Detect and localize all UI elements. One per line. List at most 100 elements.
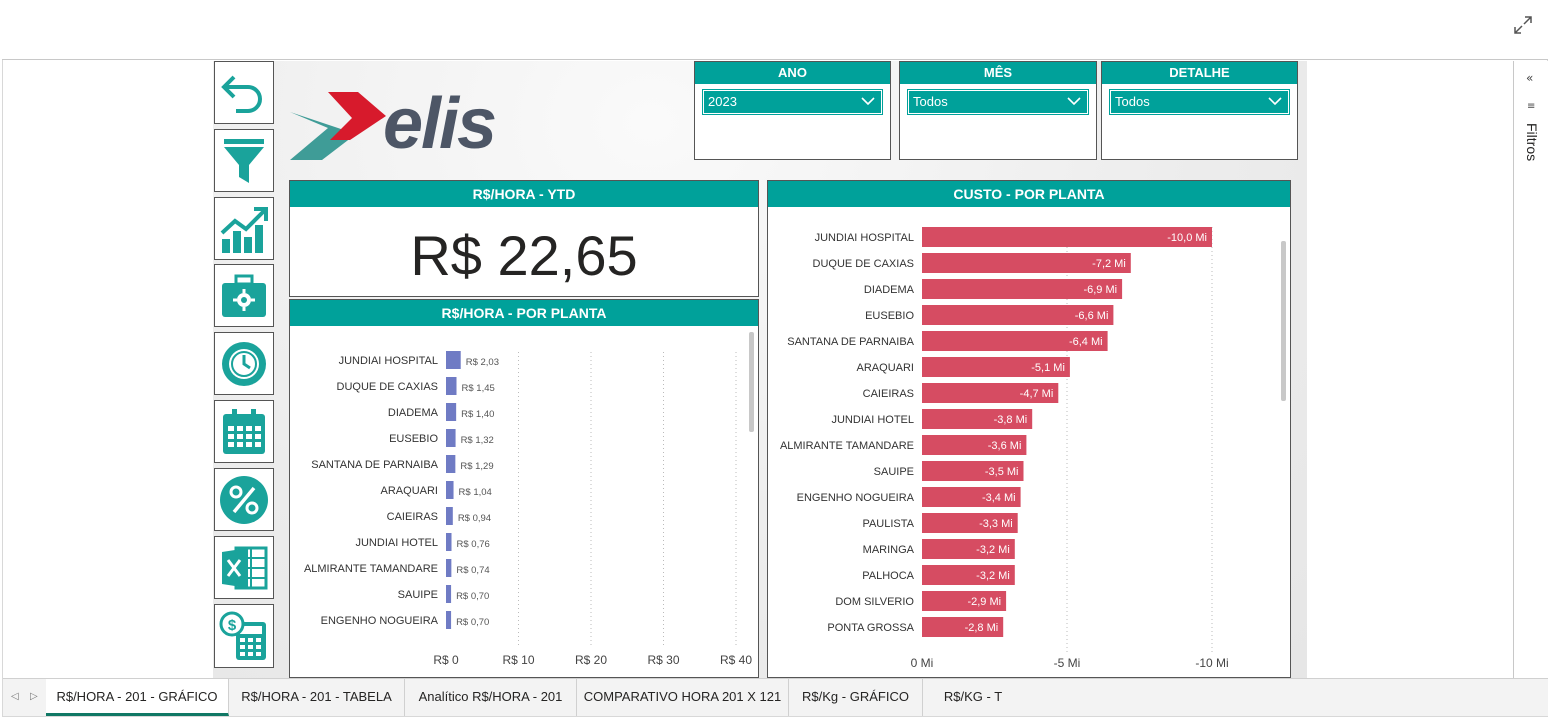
- bar: [446, 455, 456, 473]
- scrollbar: [749, 332, 754, 432]
- data-label: R$ 2,03: [466, 357, 499, 368]
- x-tick-label: R$ 0: [433, 653, 459, 667]
- data-label: R$ 1,32: [461, 435, 494, 446]
- slicer-ano-title: ANO: [695, 62, 890, 84]
- category-label: ALMIRANTE TAMANDARE: [780, 440, 914, 452]
- excel-icon: [222, 546, 268, 589]
- x-tick-label: R$ 20: [575, 653, 607, 667]
- excel-export-button[interactable]: [214, 536, 274, 599]
- data-label: -7,2 Mi: [1092, 258, 1126, 270]
- bar: [446, 351, 461, 369]
- calculator-button[interactable]: $: [214, 604, 274, 668]
- x-tick-label: R$ 10: [502, 653, 534, 667]
- data-label: R$ 0,74: [456, 565, 489, 576]
- slicer-mes-title: MÊS: [900, 62, 1096, 84]
- tab-analitico[interactable]: Analítico R$/HORA - 201: [405, 679, 577, 716]
- category-label: JUNDIAI HOSPITAL: [815, 232, 914, 244]
- chevron-down-icon: [861, 97, 875, 106]
- category-label: DIADEMA: [388, 407, 439, 419]
- filter-button[interactable]: [214, 129, 274, 192]
- category-label: DOM SILVERIO: [835, 596, 914, 608]
- slicer-detalhe-title: DETALHE: [1102, 62, 1297, 84]
- rs-hora-chart: R$ 0 R$ 10 R$ 20 R$ 30 R$ 40 JUNDIAI HOSPITAL…: [304, 332, 754, 667]
- slicer-mes-value: Todos: [913, 94, 948, 109]
- tab-rs-hora-grafico[interactable]: R$/HORA - 201 - GRÁFICO: [46, 679, 229, 716]
- filters-pane[interactable]: « ≡ Filtros: [1513, 61, 1548, 678]
- x-tick-label: -5 Mi: [1054, 656, 1081, 670]
- percent-button[interactable]: [214, 468, 274, 531]
- category-label: ENGENHO NOGUEIRA: [321, 615, 439, 627]
- category-label: JUNDIAI HOTEL: [831, 414, 914, 426]
- category-label: JUNDIAI HOSPITAL: [339, 355, 438, 367]
- kpi-card: R$/HORA - YTD R$ 22,65: [289, 180, 759, 297]
- custo-chart-card: CUSTO - POR PLANTA 0 Mi -5 Mi -10 Mi JUNDIA…: [767, 180, 1291, 678]
- tab-rs-kg-grafico[interactable]: R$/Kg - GRÁFICO: [789, 679, 923, 716]
- category-label: EUSEBIO: [865, 310, 914, 322]
- funnel-icon: [224, 138, 264, 183]
- data-label: -10,0 Mi: [1167, 232, 1207, 244]
- kpi-title: R$/HORA - YTD: [290, 181, 758, 207]
- clock-gear-icon: [222, 341, 266, 386]
- category-label: CAIEIRAS: [863, 388, 914, 400]
- data-label: -4,7 Mi: [1020, 388, 1054, 400]
- chevron-down-icon: [1067, 97, 1081, 106]
- bar: [446, 403, 457, 421]
- custo-chart-title: CUSTO - POR PLANTA: [768, 181, 1290, 207]
- category-label: SANTANA DE PARNAIBA: [787, 336, 914, 348]
- page-tabs: ◁ ▷ R$/HORA - 201 - GRÁFICO R$/HORA - 20…: [3, 678, 1548, 716]
- category-label: ENGENHO NOGUEIRA: [797, 492, 915, 504]
- rs-hora-chart-title: R$/HORA - POR PLANTA: [290, 300, 758, 326]
- data-label: -3,5 Mi: [985, 466, 1019, 478]
- x-tick-label: -10 Mi: [1195, 656, 1228, 670]
- data-label: -2,9 Mi: [967, 596, 1001, 608]
- bar: [446, 585, 452, 603]
- data-label: -2,8 Mi: [965, 622, 999, 634]
- growth-chart-icon: [220, 206, 268, 253]
- bar: [446, 611, 452, 629]
- x-tick-label: R$ 30: [647, 653, 679, 667]
- growth-chart-button[interactable]: [214, 197, 274, 260]
- slicer-mes: MÊS Todos: [899, 61, 1097, 160]
- tab-rs-hora-tabela[interactable]: R$/HORA - 201 - TABELA: [229, 679, 405, 716]
- bar: [446, 481, 454, 499]
- category-label: SAUIPE: [874, 466, 914, 478]
- data-label: -3,3 Mi: [979, 518, 1013, 530]
- category-label: JUNDIAI HOTEL: [355, 537, 438, 549]
- chevron-down-icon: [1268, 97, 1282, 106]
- calendar-button[interactable]: [214, 400, 274, 463]
- category-label: MARINGA: [863, 544, 915, 556]
- elis-logo-text: elis: [383, 84, 497, 164]
- category-label: ALMIRANTE TAMANDARE: [304, 563, 438, 575]
- slicer-mes-dropdown[interactable]: Todos: [907, 89, 1089, 115]
- slicer-detalhe-dropdown[interactable]: Todos: [1109, 89, 1290, 115]
- slicer-ano-value: 2023: [708, 94, 737, 109]
- x-tick-label: 0 Mi: [911, 656, 934, 670]
- category-label: PONTA GROSSA: [827, 622, 914, 634]
- data-label: R$ 0,76: [457, 539, 490, 550]
- data-label: R$ 1,04: [459, 487, 492, 498]
- category-label: EUSEBIO: [389, 433, 438, 445]
- calculator-money-icon: $: [219, 611, 266, 660]
- tab-prev-icon[interactable]: ◁: [11, 691, 19, 702]
- filter-lines-icon: ≡: [1527, 101, 1536, 112]
- expand-icon[interactable]: [1512, 14, 1534, 36]
- tab-rs-kg-t[interactable]: R$/KG - T: [923, 679, 1023, 716]
- calendar-icon: [223, 408, 265, 454]
- data-label: -3,2 Mi: [976, 544, 1010, 556]
- data-label: -3,4 Mi: [982, 492, 1016, 504]
- slicer-detalhe: DETALHE Todos: [1101, 61, 1298, 160]
- x-tick-label: R$ 40: [720, 653, 752, 667]
- toolbox-button[interactable]: [214, 264, 274, 327]
- category-label: PAULISTA: [862, 518, 914, 530]
- tab-comparativo[interactable]: COMPARATIVO HORA 201 X 121: [577, 679, 789, 716]
- clock-settings-button[interactable]: [214, 332, 274, 395]
- slicer-detalhe-value: Todos: [1115, 94, 1150, 109]
- tab-next-icon[interactable]: ▷: [30, 691, 38, 702]
- chevron-double-left-icon[interactable]: «: [1526, 71, 1533, 85]
- slicer-ano-dropdown[interactable]: 2023: [702, 89, 883, 115]
- data-label: R$ 0,70: [456, 591, 489, 602]
- bar: [446, 429, 456, 447]
- bar: [446, 507, 453, 525]
- slicer-ano: ANO 2023: [694, 61, 891, 160]
- back-button[interactable]: [214, 61, 274, 124]
